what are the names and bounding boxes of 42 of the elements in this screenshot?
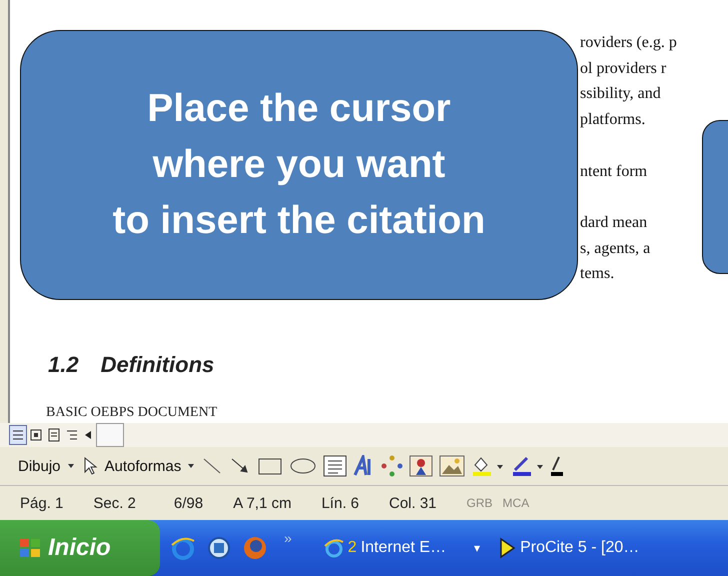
line-color-icon[interactable] <box>511 455 546 477</box>
clip-art-icon[interactable] <box>409 455 434 477</box>
status-field: 6/98 <box>174 494 204 512</box>
scrollbar-thumb[interactable] <box>96 423 124 447</box>
picture-icon[interactable] <box>439 455 466 477</box>
status-field: Col. 31 <box>389 494 437 512</box>
status-field: Sec. 2 <box>93 494 136 512</box>
text-box-icon[interactable] <box>323 455 348 477</box>
autoshapes-menu[interactable]: Autoformas <box>104 458 182 474</box>
play-icon <box>498 537 516 559</box>
oval-icon[interactable] <box>289 456 318 476</box>
fill-color-icon[interactable] <box>471 455 506 477</box>
document-text: dard mean <box>580 212 648 233</box>
status-field: MCA <box>502 496 530 510</box>
start-button[interactable]: Inicio <box>0 520 160 576</box>
callout-shape: Place the cursor where you want to insert the citation <box>20 30 578 300</box>
status-field: Lín. 6 <box>321 494 359 512</box>
browser-icon <box>324 537 344 559</box>
rectangle-icon[interactable] <box>257 456 284 476</box>
status-field: Pág. 1 <box>20 494 64 512</box>
section-number: 1.2 <box>48 352 79 378</box>
status-field: GRB <box>466 496 493 510</box>
overflow-chevron[interactable]: » <box>284 530 292 546</box>
document-text: tems. <box>580 264 616 284</box>
browser-icon[interactable] <box>170 535 196 561</box>
document-text: ntent form <box>580 162 648 182</box>
document-text: ssibility, and <box>580 84 662 104</box>
status-field: A 7,1 cm <box>233 494 292 512</box>
print-view-icon[interactable] <box>46 426 62 444</box>
section-heading: Definitions <box>100 352 214 378</box>
normal-view-icon[interactable] <box>10 426 26 444</box>
diagram-icon[interactable] <box>381 455 404 477</box>
font-color-icon[interactable] <box>551 455 564 477</box>
document-text: s, agents, a <box>580 238 652 259</box>
document-text: roviders (e.g. p <box>580 33 677 53</box>
drawing-menu[interactable]: Dibujo <box>18 458 61 474</box>
document-text: BASIC OEBPS DOCUMENT <box>46 404 218 422</box>
taskbar-button[interactable]: 2 Internet E… ▾ <box>318 526 486 570</box>
windows-logo-icon <box>18 537 42 559</box>
document-text: ol providers r <box>580 58 668 79</box>
taskbar-button[interactable]: ProCite 5 - [20… <box>492 526 646 570</box>
document-text: platforms. <box>580 110 646 130</box>
